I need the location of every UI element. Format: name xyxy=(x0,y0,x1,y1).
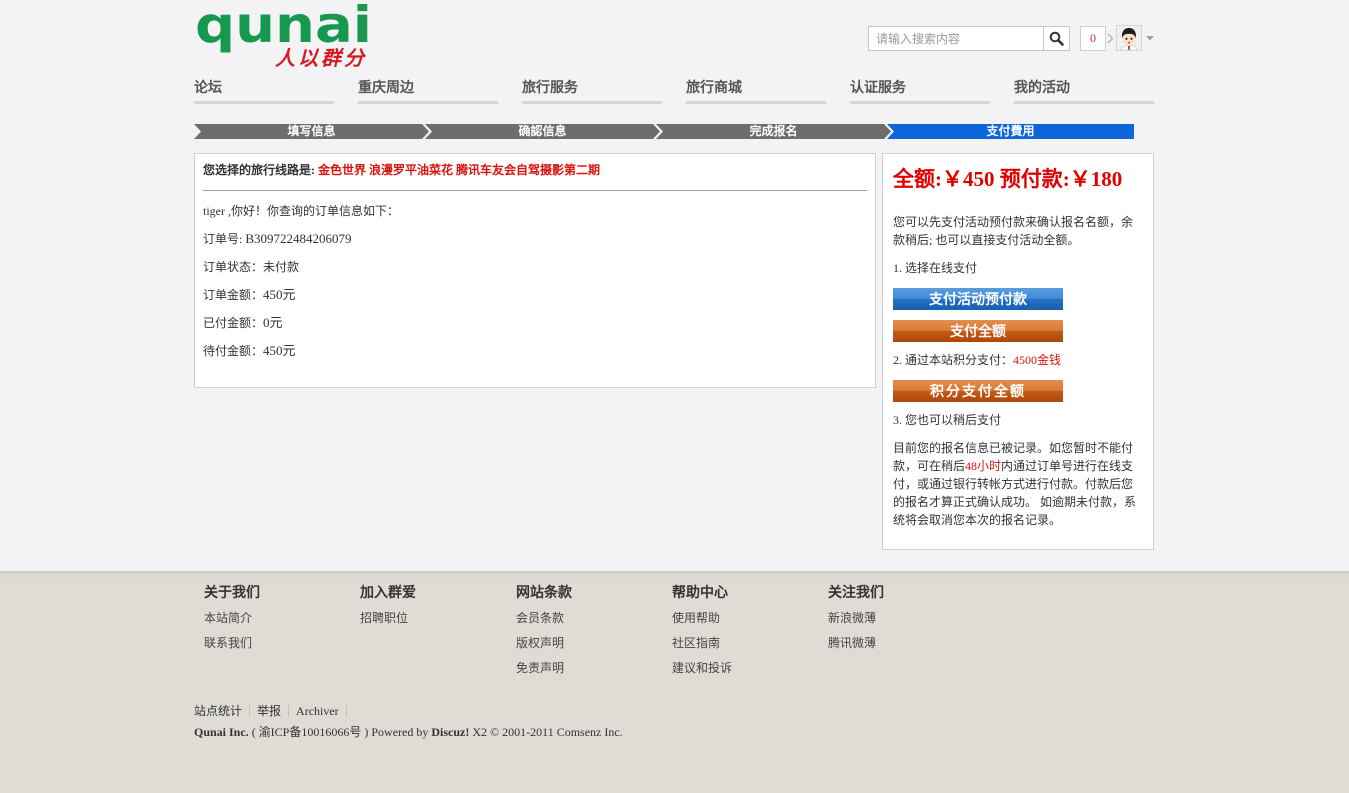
points-amount: 4500金钱 xyxy=(1013,353,1062,367)
search-icon xyxy=(1049,31,1064,46)
field-label: 已付金额： xyxy=(203,316,264,330)
footer-column-title: 关于我们 xyxy=(204,586,260,601)
field-label: 订单状态： xyxy=(203,260,264,274)
pending-amount: 待付金额：450元 xyxy=(203,342,296,360)
notification-count[interactable]: 0 xyxy=(1080,26,1106,51)
footer-column-title: 加入群爱 xyxy=(360,586,416,601)
field-label: 订单金额： xyxy=(203,288,264,302)
field-value: 未付款 xyxy=(263,260,300,274)
discuz-link[interactable]: Discuz! xyxy=(431,725,469,739)
order-info-panel: 您选择的旅行线路是: 金色世界 浪漫罗平油菜花 腾讯车友会自驾摄影第二期 tig… xyxy=(194,153,876,388)
footer-column-terms: 网站条款 会员条款 版权声明 免责声明 xyxy=(516,585,572,681)
payment-notice: 目前您的报名信息已被记录。如您暂时不能付款，可在稍后48小时内通过订单号进行在线… xyxy=(893,439,1143,529)
paid-amount: 已付金额：0元 xyxy=(203,314,283,332)
field-label: 订单号: xyxy=(203,232,246,246)
divider xyxy=(203,190,867,191)
deposit-amount: ￥180 xyxy=(1069,167,1123,191)
step-payment-active: 支付費用 xyxy=(887,124,1134,139)
caret-down-icon[interactable] xyxy=(1146,36,1154,41)
site-logo[interactable]: qunai 人以群分 xyxy=(194,0,376,72)
footer-column-title: 帮助中心 xyxy=(672,586,728,601)
chevron-right-icon xyxy=(1107,33,1114,44)
footer-link[interactable]: 建议和投诉 xyxy=(672,656,732,681)
option-points-pay: 2. 通过本站积分支付：4500金钱 xyxy=(893,351,1143,369)
field-label: 待付金额： xyxy=(203,344,264,358)
footer-link[interactable]: 本站简介 xyxy=(204,606,260,631)
order-greeting: tiger ,你好！你查询的订单信息如下： xyxy=(203,204,399,218)
nav-item-my-activities[interactable]: 我的活动 xyxy=(1014,76,1154,104)
footer-bottom-links: 站点统计 举报 Archiver xyxy=(194,702,347,720)
nav-item-chongqing[interactable]: 重庆周边 xyxy=(358,76,498,104)
pay-deposit-button[interactable]: 支付活动预付款 xyxy=(893,288,1063,310)
payment-amounts: 全额:￥450 预付款:￥180 xyxy=(893,166,1143,192)
footer-link[interactable]: 使用帮助 xyxy=(672,606,732,631)
search-button[interactable] xyxy=(1043,26,1070,51)
step-complete-signup: 完成报名 xyxy=(656,124,891,139)
copyright-notice: © 2001-2011 Comsenz Inc. xyxy=(490,725,623,739)
footer-link[interactable]: 会员条款 xyxy=(516,606,572,631)
site-stats-link[interactable]: 站点统计 xyxy=(194,705,251,717)
payment-intro: 您可以先支付活动预付款来确认报名名额，余款稍后; 也可以直接支付活动全额。 xyxy=(893,215,1134,247)
footer-column-about: 关于我们 本站简介 联系我们 xyxy=(204,585,260,656)
copyright: Qunai Inc. ( 渝ICP备10016066号 ) Powered by… xyxy=(194,723,623,741)
search-box xyxy=(868,26,1070,51)
logo-tagline: 人以群分 xyxy=(275,46,367,70)
product-version: X2 xyxy=(472,725,488,739)
footer-link[interactable]: 新浪微薄 xyxy=(828,606,884,631)
order-number: 订单号: B309722484206079 xyxy=(203,230,352,248)
option-online-pay: 1. 选择在线支付 xyxy=(893,261,978,275)
footer-column-follow: 关注我们 新浪微薄 腾讯微薄 xyxy=(828,585,884,656)
footer-link[interactable]: 腾讯微薄 xyxy=(828,631,884,656)
payment-panel: 全额:￥450 预付款:￥180 您可以先支付活动预付款来确认报名名额，余款稍后… xyxy=(882,153,1154,550)
footer-link[interactable]: 免责声明 xyxy=(516,656,572,681)
footer-link[interactable]: 版权声明 xyxy=(516,631,572,656)
order-status: 订单状态：未付款 xyxy=(203,258,299,276)
field-value: 450元 xyxy=(263,287,296,302)
step-confirm-info: 确認信息 xyxy=(425,124,660,139)
report-link[interactable]: 举报 xyxy=(250,705,290,717)
order-amount: 订单金额：450元 xyxy=(203,286,296,304)
nav-item-certification[interactable]: 认证服务 xyxy=(850,76,990,104)
footer-column-title: 网站条款 xyxy=(516,586,572,601)
route-label: 您选择的旅行线路是: xyxy=(203,163,318,177)
footer-column-join: 加入群爱 招聘职位 xyxy=(360,585,416,631)
archiver-link[interactable]: Archiver xyxy=(289,705,347,717)
nav-item-forum[interactable]: 论坛 xyxy=(194,76,334,104)
main-nav: 论坛 重庆周边 旅行服务 旅行商城 认证服务 我的活动 xyxy=(194,76,1154,104)
deposit-label: 预付款: xyxy=(999,167,1070,191)
company-name: Qunai Inc. xyxy=(194,725,249,739)
total-amount: ￥450 xyxy=(942,167,995,191)
powered-by: Powered by xyxy=(371,725,429,739)
footer-link[interactable]: 招聘职位 xyxy=(360,606,416,631)
footer-link[interactable]: 联系我们 xyxy=(204,631,260,656)
nav-item-travel-mall[interactable]: 旅行商城 xyxy=(686,76,826,104)
field-value: B309722484206079 xyxy=(245,231,352,246)
nav-item-travel-service[interactable]: 旅行服务 xyxy=(522,76,662,104)
field-value: 450元 xyxy=(263,343,296,358)
footer-column-title: 关注我们 xyxy=(828,586,884,601)
pay-points-button[interactable]: 积分支付全额 xyxy=(893,380,1063,402)
footer: 关于我们 本站简介 联系我们 加入群爱 招聘职位 网站条款 会员条款 版权声明 … xyxy=(0,571,1349,793)
avatar-icon xyxy=(1117,26,1141,50)
search-input[interactable] xyxy=(868,26,1044,51)
field-value: 0元 xyxy=(263,315,283,330)
total-label: 全额: xyxy=(893,167,942,191)
icp-link[interactable]: ( 渝ICP备10016066号 ) xyxy=(252,725,369,739)
pay-full-button[interactable]: 支付全额 xyxy=(893,320,1063,342)
footer-column-help: 帮助中心 使用帮助 社区指南 建议和投诉 xyxy=(672,585,732,681)
step-fill-info: 填写信息 xyxy=(194,124,429,139)
notice-deadline: 48小时 xyxy=(965,459,1002,473)
option-points-label: 2. 通过本站积分支付： xyxy=(893,353,1014,367)
footer-link[interactable]: 社区指南 xyxy=(672,631,732,656)
route-line: 您选择的旅行线路是: 金色世界 浪漫罗平油菜花 腾讯车友会自驾摄影第二期 xyxy=(203,161,600,179)
route-name: 金色世界 浪漫罗平油菜花 腾讯车友会自驾摄影第二期 xyxy=(318,163,601,177)
option-pay-later: 3. 您也可以稍后支付 xyxy=(893,413,1002,427)
avatar[interactable] xyxy=(1116,25,1142,51)
